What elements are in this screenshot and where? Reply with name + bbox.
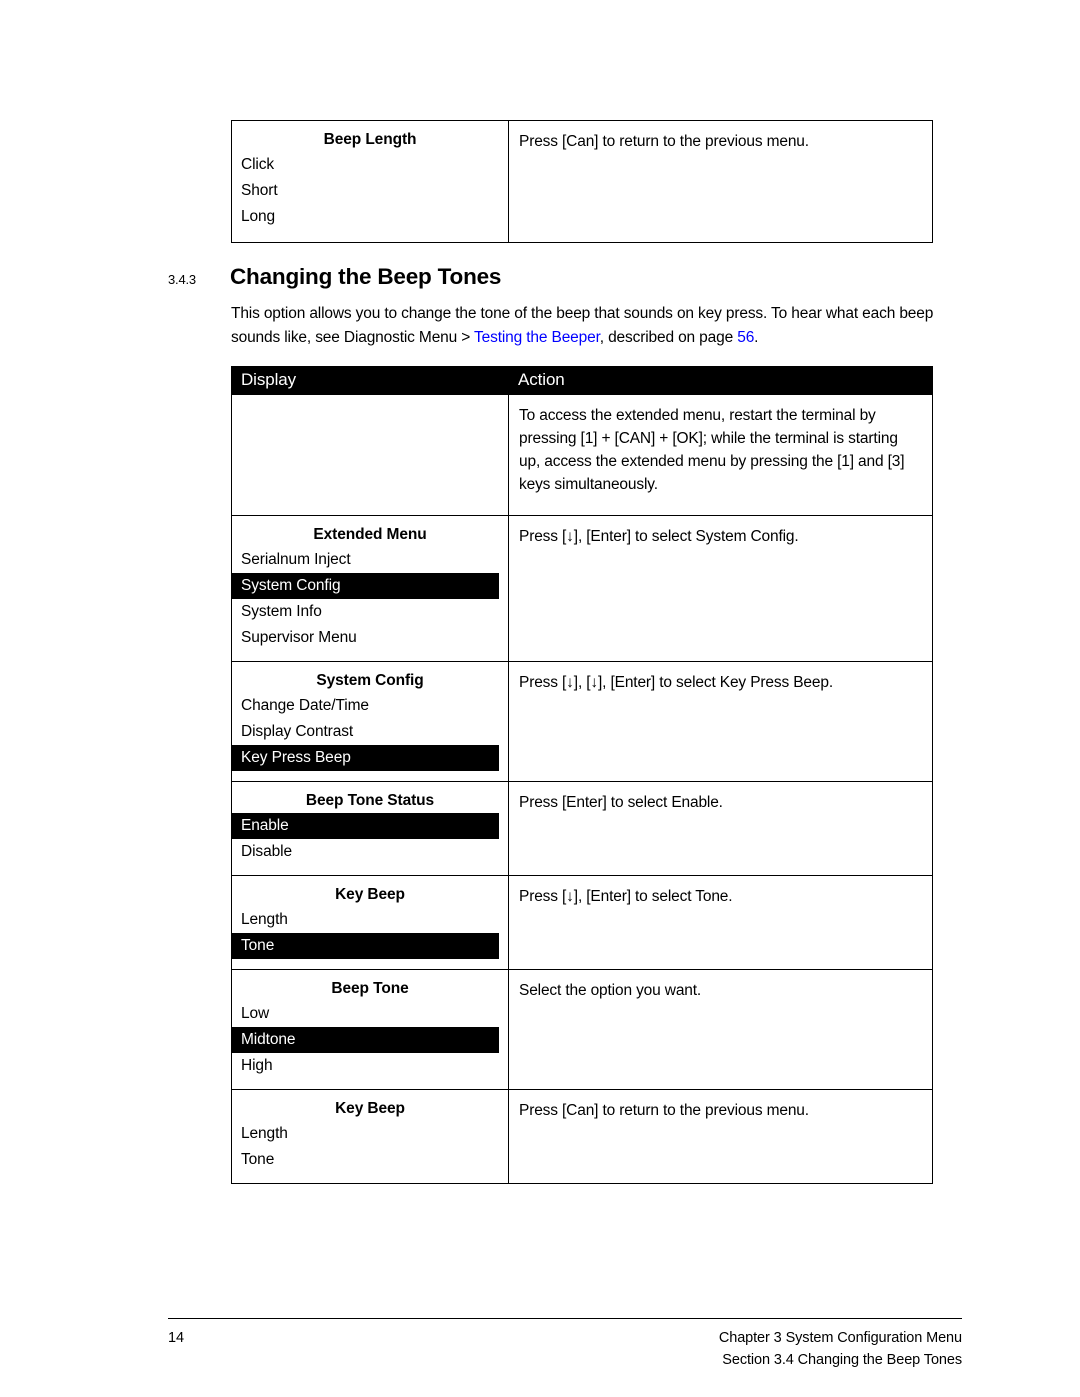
action-cell: Select the option you want.: [508, 969, 933, 1090]
section-number: 3.4.3: [168, 272, 196, 287]
display-cell: Key Beep Length Tone: [231, 875, 509, 970]
section-title: Changing the Beep Tones: [230, 264, 502, 289]
action-cell: Press [↓], [Enter] to select System Conf…: [508, 515, 933, 662]
intro-paragraph: This option allows you to change the ton…: [231, 302, 947, 349]
menu-item[interactable]: Tone: [232, 1147, 508, 1173]
display-column-header: Display: [231, 366, 509, 395]
screen-title: Key Beep: [335, 886, 405, 903]
menu-item[interactable]: Serialnum Inject: [232, 547, 508, 573]
footer-section: Section 3.4 Changing the Beep Tones: [722, 1352, 962, 1368]
action-column-header: Action: [508, 366, 933, 395]
menu-item-selected[interactable]: Enable: [232, 813, 499, 839]
action-text: Select the option you want.: [519, 982, 702, 999]
action-text: Press [Can] to return to the previous me…: [519, 1102, 809, 1119]
terminal-screen-mock: [232, 395, 508, 515]
menu-item[interactable]: Supervisor Menu: [232, 625, 508, 651]
document-page: Beep Length Click Short Long Press [Can]…: [0, 0, 1080, 1397]
action-text: Press [Can] to return to the previous me…: [519, 133, 809, 150]
action-cell: Press [Enter] to select Enable.: [508, 781, 933, 876]
menu-item[interactable]: Display Contrast: [232, 719, 508, 745]
page-reference-link[interactable]: 56: [737, 329, 754, 346]
menu-item[interactable]: Change Date/Time: [232, 693, 508, 719]
table-row: Beep Tone Status Enable Disable Press [Ente…: [231, 781, 933, 876]
menu-item[interactable]: Low: [232, 1001, 508, 1027]
terminal-screen-mock: Key Beep Length Tone: [232, 1090, 508, 1183]
table-row: Key Beep Length Tone Press [↓], [Enter] to …: [231, 875, 933, 970]
footer-page-number: 14: [168, 1330, 184, 1346]
menu-item[interactable]: Length: [232, 907, 508, 933]
action-cell: To access the extended menu, restart the…: [508, 394, 933, 516]
menu-item-selected[interactable]: Tone: [232, 933, 499, 959]
action-cell: Press [↓], [↓], [Enter] to select Key Pr…: [508, 661, 933, 782]
intro-text-part2: , described on page: [599, 328, 738, 346]
action-text: Press [Enter] to select Enable.: [519, 794, 723, 811]
action-text: To access the extended menu, restart the…: [519, 407, 905, 493]
screen-title: Beep Tone Status: [305, 792, 435, 809]
terminal-screen-mock: Key Beep Length Tone: [232, 876, 508, 969]
screen-title: Extended Menu: [313, 526, 427, 543]
page-title: 3.4.3 Changing the Beep Tones: [168, 264, 968, 290]
action-text: Press [↓], [↓], [Enter] to select Key Pr…: [519, 674, 833, 691]
action-cell: Press [Can] to return to the previous me…: [508, 120, 933, 243]
menu-item[interactable]: Click: [232, 152, 508, 178]
action-cell: Press [↓], [Enter] to select Tone.: [508, 875, 933, 970]
display-cell: Beep Tone Low Midtone High: [231, 969, 509, 1090]
table-row: Key Beep Length Tone Press [Can] to return …: [231, 1089, 933, 1184]
terminal-screen-mock: System Config Change Date/Time Display Con…: [232, 662, 508, 781]
terminal-screen-mock: Beep Tone Status Enable Disable: [232, 782, 508, 875]
screen-title: Beep Length: [323, 131, 417, 148]
page-footer: 14 Chapter 3 System Configuration Menu S…: [168, 1327, 962, 1371]
intro-text-part3: .: [754, 328, 759, 346]
testing-the-beeper-link[interactable]: Testing the Beeper: [474, 329, 600, 346]
table-header-row: Display Action: [231, 366, 933, 395]
terminal-screen-mock: Extended Menu Serialnum Inject System Conf…: [232, 516, 508, 661]
screen-title: Beep Tone: [331, 980, 409, 997]
terminal-screen-mock: Beep Length Click Short Long: [232, 121, 508, 242]
display-cell: Beep Tone Status Enable Disable: [231, 781, 509, 876]
footer-divider: [168, 1318, 962, 1319]
menu-item[interactable]: High: [232, 1053, 508, 1079]
menu-item[interactable]: System Info: [232, 599, 508, 625]
action-cell: Press [Can] to return to the previous me…: [508, 1089, 933, 1184]
footer-chapter: Chapter 3 System Configuration Menu: [718, 1330, 962, 1346]
action-header-label: Action: [518, 370, 565, 389]
menu-item-selected[interactable]: Key Press Beep: [232, 745, 499, 771]
table-row: Beep Length Click Short Long Press [Can]…: [231, 120, 933, 243]
menu-item[interactable]: Long: [232, 204, 508, 230]
screen-title: Key Beep: [335, 1100, 405, 1117]
table-row: To access the extended menu, restart the…: [231, 394, 933, 516]
beep-length-table: Beep Length Click Short Long Press [Can]…: [231, 120, 933, 243]
table-row: System Config Change Date/Time Display Con…: [231, 661, 933, 782]
display-cell: Beep Length Click Short Long: [231, 120, 509, 243]
terminal-screen-mock: Beep Tone Low Midtone High: [232, 970, 508, 1089]
table-body: To access the extended menu, restart the…: [231, 394, 933, 1184]
beep-tones-procedure-table: Display Action To access the extended me…: [231, 366, 933, 1184]
screen-title: System Config: [316, 672, 424, 689]
display-cell: Extended Menu Serialnum Inject System Conf…: [231, 515, 509, 662]
menu-item-selected[interactable]: Midtone: [232, 1027, 499, 1053]
display-cell: [231, 394, 509, 516]
table-row: Beep Tone Low Midtone High Select the option…: [231, 969, 933, 1090]
action-text: Press [↓], [Enter] to select Tone.: [519, 888, 733, 905]
menu-item-selected[interactable]: System Config: [232, 573, 499, 599]
menu-item[interactable]: Short: [232, 178, 508, 204]
display-cell: System Config Change Date/Time Display Con…: [231, 661, 509, 782]
action-text: Press [↓], [Enter] to select System Conf…: [519, 528, 799, 545]
menu-item[interactable]: Disable: [232, 839, 508, 865]
table-row: Extended Menu Serialnum Inject System Conf…: [231, 515, 933, 662]
menu-item[interactable]: Length: [232, 1121, 508, 1147]
display-header-label: Display: [241, 370, 297, 389]
display-cell: Key Beep Length Tone: [231, 1089, 509, 1184]
